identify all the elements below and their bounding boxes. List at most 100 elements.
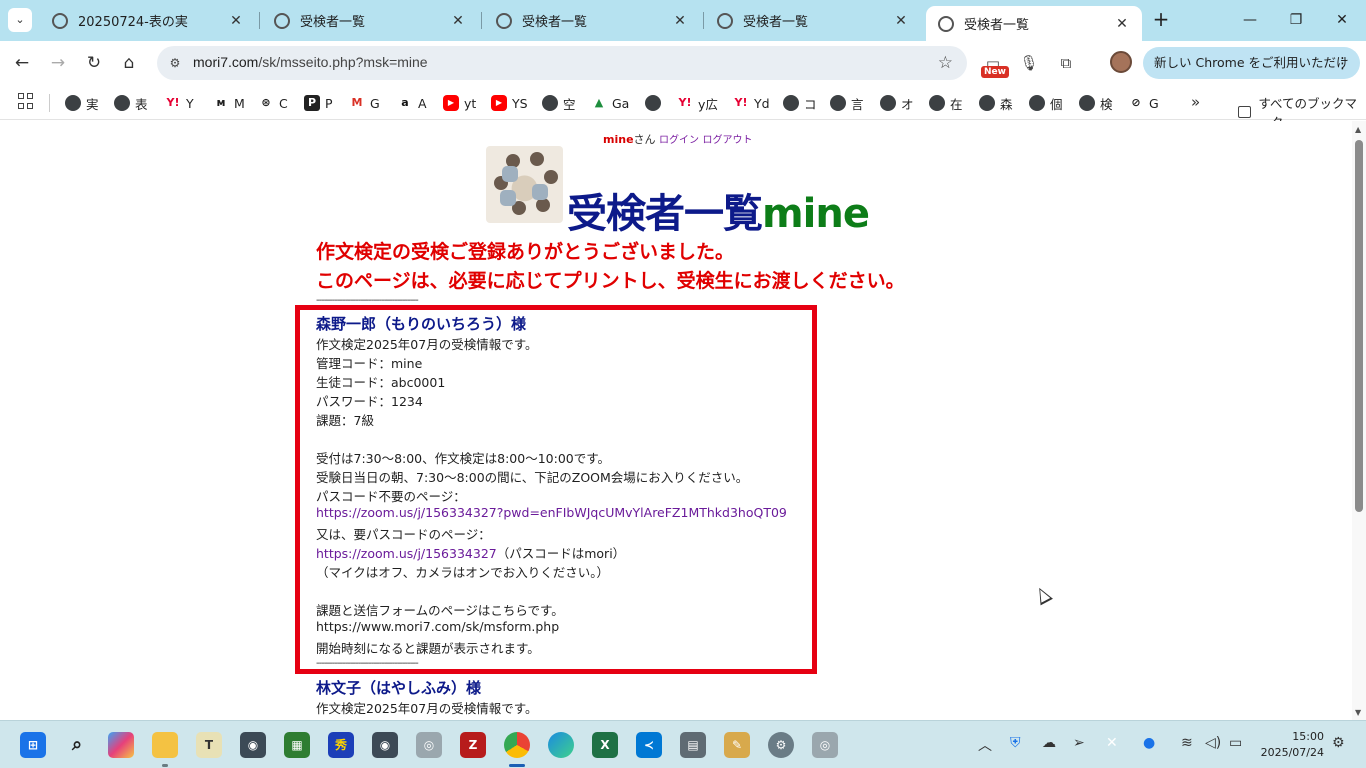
bookmark-item[interactable]: Y! Y bbox=[165, 93, 194, 113]
page-title-sub: mine bbox=[762, 191, 870, 237]
close-icon[interactable]: ✕ bbox=[670, 13, 690, 29]
bookmark-item[interactable]: aA bbox=[397, 93, 426, 113]
filezilla-icon[interactable]: Z bbox=[460, 732, 486, 758]
tab-5-active[interactable]: 受検者一覧 ✕ bbox=[926, 6, 1142, 41]
close-icon[interactable]: ✕ bbox=[448, 13, 468, 29]
tab-2[interactable]: 受検者一覧 ✕ bbox=[262, 6, 478, 35]
globe-icon bbox=[938, 15, 954, 32]
clock-time: 15:00 bbox=[1292, 730, 1324, 743]
close-window-button[interactable]: ✕ bbox=[1332, 8, 1352, 32]
scroll-up-icon[interactable]: ▲ bbox=[1355, 125, 1361, 134]
chrome-update-button[interactable]: 新しい Chrome をご利用いただけます ⋮ bbox=[1143, 47, 1360, 102]
excel-icon[interactable]: X bbox=[592, 732, 618, 758]
cloud-icon[interactable]: ☁ bbox=[1042, 735, 1056, 751]
reload-button[interactable]: ↻ bbox=[82, 51, 106, 75]
exam-info: 作文検定2025年07月の受検情報です。 bbox=[316, 701, 538, 716]
bookmark-item[interactable]: 在 bbox=[929, 93, 963, 113]
home-button[interactable]: ⌂ bbox=[117, 51, 141, 75]
bookmark-item[interactable]: オ bbox=[880, 93, 914, 113]
app-icon[interactable]: 秀 bbox=[328, 732, 354, 758]
bookmark-item[interactable]: ▶ yt bbox=[443, 93, 476, 113]
new-tab-button[interactable]: + bbox=[1150, 8, 1172, 32]
webcam-icon[interactable]: ◎ bbox=[416, 732, 442, 758]
tab-search-button[interactable]: ⌄ bbox=[8, 8, 32, 32]
tab-1[interactable]: 20250724-表の実 ✕ bbox=[40, 6, 256, 35]
back-button[interactable]: ← bbox=[10, 51, 34, 75]
forward-button[interactable]: → bbox=[46, 51, 70, 75]
globe-icon bbox=[645, 95, 661, 111]
vscode-icon[interactable]: ≺ bbox=[636, 732, 662, 758]
address-bar[interactable]: ⚙ mori7.com/sk/msseito.php?msk=mine ☆ bbox=[157, 46, 967, 80]
camera-app-icon[interactable]: ◉ bbox=[240, 732, 266, 758]
menu-dots-icon[interactable]: ⋮ bbox=[1335, 47, 1350, 79]
battery-icon[interactable]: ▭ bbox=[1229, 735, 1242, 751]
bookmark-label: 個 bbox=[1050, 96, 1063, 112]
close-icon[interactable]: ✕ bbox=[891, 13, 911, 29]
apps-grid-icon[interactable] bbox=[18, 93, 34, 109]
bookmark-item[interactable]: ▶ YS bbox=[491, 93, 528, 113]
tab-title: 受検者一覧 bbox=[522, 15, 588, 30]
bookmark-item[interactable]: Y! y広 bbox=[677, 93, 718, 113]
scrollbar-thumb[interactable] bbox=[1355, 140, 1363, 512]
bookmark-item[interactable]: PP bbox=[304, 93, 333, 113]
bookmark-item[interactable]: 個 bbox=[1029, 93, 1063, 113]
chevron-double-right-icon[interactable]: » bbox=[1191, 93, 1200, 111]
site-info-icon[interactable]: ⚙ bbox=[167, 55, 183, 71]
url-text[interactable]: mori7.com/sk/msseito.php?msk=mine bbox=[193, 54, 428, 70]
bookmark-item[interactable]: ᴍM bbox=[213, 93, 245, 113]
bookmark-item[interactable]: ▲ Ga bbox=[591, 93, 630, 113]
webcam-icon[interactable]: ◎ bbox=[812, 732, 838, 758]
file-explorer-icon[interactable] bbox=[152, 732, 178, 758]
zoom-link-passcode[interactable]: https://zoom.us/j/156334327 bbox=[316, 546, 497, 561]
scroll-down-icon[interactable]: ▼ bbox=[1355, 708, 1361, 717]
login-link[interactable]: ログイン bbox=[659, 135, 699, 146]
app-icon[interactable]: ▤ bbox=[680, 732, 706, 758]
vertical-scrollbar[interactable]: ▲ ▼ bbox=[1352, 121, 1366, 720]
bookmark-item[interactable]: 空 bbox=[542, 93, 576, 113]
tab-separator bbox=[481, 12, 482, 29]
camera-app-icon[interactable]: ◉ bbox=[372, 732, 398, 758]
copilot-icon[interactable] bbox=[108, 732, 134, 758]
microphone-icon[interactable]: 🎙 bbox=[1019, 51, 1039, 75]
tab-4[interactable]: 受検者一覧 ✕ bbox=[705, 6, 921, 35]
globe-icon bbox=[542, 95, 558, 111]
minimize-button[interactable]: — bbox=[1240, 8, 1260, 32]
close-icon[interactable]: ✕ bbox=[1112, 16, 1132, 32]
bookmark-star-icon[interactable]: ☆ bbox=[938, 53, 953, 73]
shield-icon[interactable]: ⛨ bbox=[1010, 735, 1021, 751]
bookmark-item[interactable]: 言 bbox=[830, 93, 864, 113]
close-icon[interactable]: ✕ bbox=[226, 13, 246, 29]
windows-start-icon[interactable]: ⊞ bbox=[20, 732, 46, 758]
onedrive-icon[interactable]: ● bbox=[1143, 735, 1155, 751]
bookmark-item[interactable]: Y! Yd bbox=[733, 93, 770, 113]
send-icon[interactable]: ➢ bbox=[1073, 735, 1085, 751]
app-icon[interactable]: ▦ bbox=[284, 732, 310, 758]
notification-icon[interactable]: ⚙ bbox=[1332, 735, 1345, 751]
bookmark-item[interactable]: コ bbox=[783, 93, 817, 113]
app-icon[interactable]: ✎ bbox=[724, 732, 750, 758]
bookmark-item[interactable]: 実 bbox=[65, 93, 99, 113]
edge-icon[interactable] bbox=[548, 732, 574, 758]
wifi-icon[interactable]: ≋ bbox=[1181, 735, 1193, 751]
clock[interactable]: 15:00 2025/07/24 bbox=[1258, 729, 1324, 761]
volume-icon[interactable]: ◁) bbox=[1205, 735, 1221, 751]
bluetooth-icon[interactable]: ✕ bbox=[1106, 735, 1118, 751]
bookmark-item[interactable]: 検 bbox=[1079, 93, 1113, 113]
settings-icon[interactable]: ⚙ bbox=[768, 732, 794, 758]
restore-button[interactable]: ❐ bbox=[1286, 8, 1306, 32]
tab-3[interactable]: 受検者一覧 ✕ bbox=[484, 6, 700, 35]
puzzle-icon[interactable]: ⧉ bbox=[1056, 51, 1076, 75]
chrome-icon[interactable] bbox=[504, 732, 530, 758]
bookmark-item[interactable]: 表 bbox=[114, 93, 148, 113]
bookmark-item[interactable]: MG bbox=[349, 93, 380, 113]
search-icon[interactable]: ⌕ bbox=[64, 732, 90, 758]
bookmark-item[interactable] bbox=[645, 93, 666, 113]
zoom-link-no-passcode[interactable]: https://zoom.us/j/156334327?pwd=enFIbWJq… bbox=[316, 505, 787, 520]
bookmark-item[interactable]: ⊘ G bbox=[1128, 93, 1158, 113]
bookmark-item[interactable]: 森 bbox=[979, 93, 1013, 113]
profile-avatar[interactable] bbox=[1110, 51, 1132, 73]
logout-link[interactable]: ログアウト bbox=[703, 135, 753, 146]
chevron-up-icon[interactable]: ︿ bbox=[978, 735, 992, 755]
bookmark-item[interactable]: ⊛ C bbox=[258, 93, 287, 113]
notepad-icon[interactable]: T bbox=[196, 732, 222, 758]
